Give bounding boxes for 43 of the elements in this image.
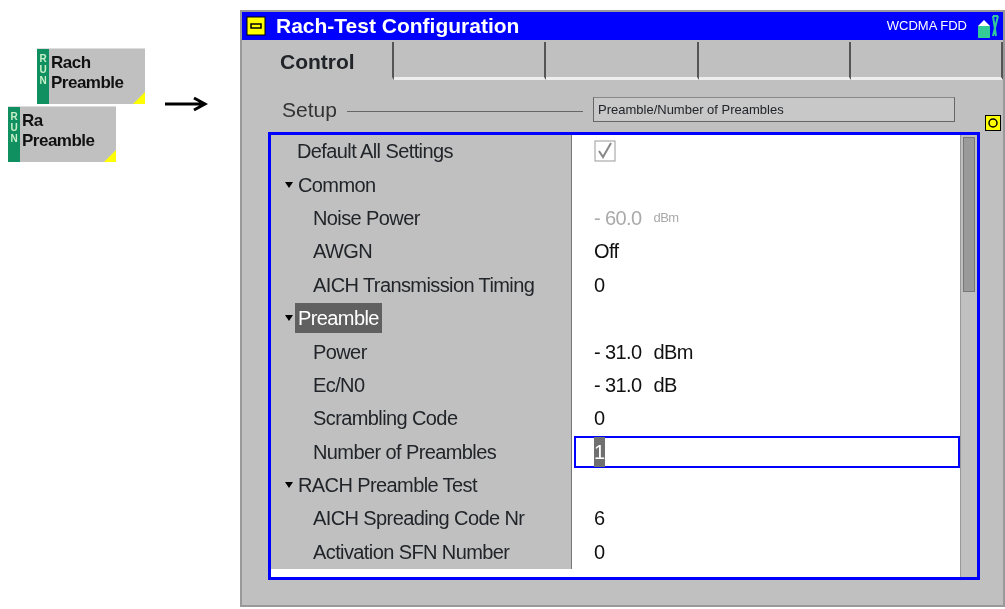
softkey-label: Rach <box>51 53 92 74</box>
run-indicator: RUN <box>37 49 49 104</box>
setting-value: - 31.0 <box>594 372 642 398</box>
setting-label: Default All Settings <box>297 139 453 165</box>
unit-label: dBm <box>653 339 693 365</box>
group-header[interactable]: Preamble <box>295 303 382 334</box>
unit-label: dBm <box>653 209 679 228</box>
setting-label: Scrambling Code <box>313 406 458 432</box>
arrow-icon <box>164 96 208 112</box>
input-field[interactable]: 1 <box>574 435 960 468</box>
setting-value: 0 <box>594 539 605 565</box>
corner-mark-icon <box>104 150 116 162</box>
setting-label: Number of Preambles <box>313 439 497 465</box>
setting-label: AICH Spreading Code Nr <box>313 506 525 532</box>
setting-value: - 60.0 <box>594 205 642 231</box>
group-title: Setup <box>282 97 337 123</box>
setting-label: AWGN <box>313 239 373 265</box>
setting-value: Off <box>594 239 619 265</box>
corner-mark-icon <box>133 92 145 104</box>
expanded-icon[interactable] <box>285 482 293 489</box>
status-field: Preamble/Number of Preambles <box>593 97 955 123</box>
antenna-icon <box>977 14 999 38</box>
expanded-icon[interactable] <box>285 181 293 188</box>
softkey-label: Preamble <box>51 73 124 94</box>
setting-label: Power <box>313 339 367 365</box>
setting-label: Activation SFN Number <box>313 539 510 565</box>
window-title: Rach-Test Configuration <box>276 13 520 40</box>
setting-value: 6 <box>594 506 605 532</box>
unit-label: dB <box>653 372 677 398</box>
expanded-icon[interactable] <box>285 315 293 322</box>
setting-value: 0 <box>594 406 605 432</box>
setting-label: AICH Transmission Timing <box>313 272 535 298</box>
scrollbar-thumb[interactable] <box>963 136 975 292</box>
mode-label: WCDMA FDD <box>886 17 967 36</box>
checkbox[interactable] <box>594 140 616 163</box>
setting-value: 0 <box>594 272 605 298</box>
setting-value: - 31.0 <box>594 339 642 365</box>
softkey-label: Preamble <box>22 131 95 152</box>
window-menu-icon[interactable] <box>246 16 266 36</box>
setting-label: Noise Power <box>313 205 420 231</box>
run-indicator: RUN <box>8 107 20 162</box>
setting-label: Ec/N0 <box>313 372 365 398</box>
softkey-label: Ra <box>22 111 45 132</box>
